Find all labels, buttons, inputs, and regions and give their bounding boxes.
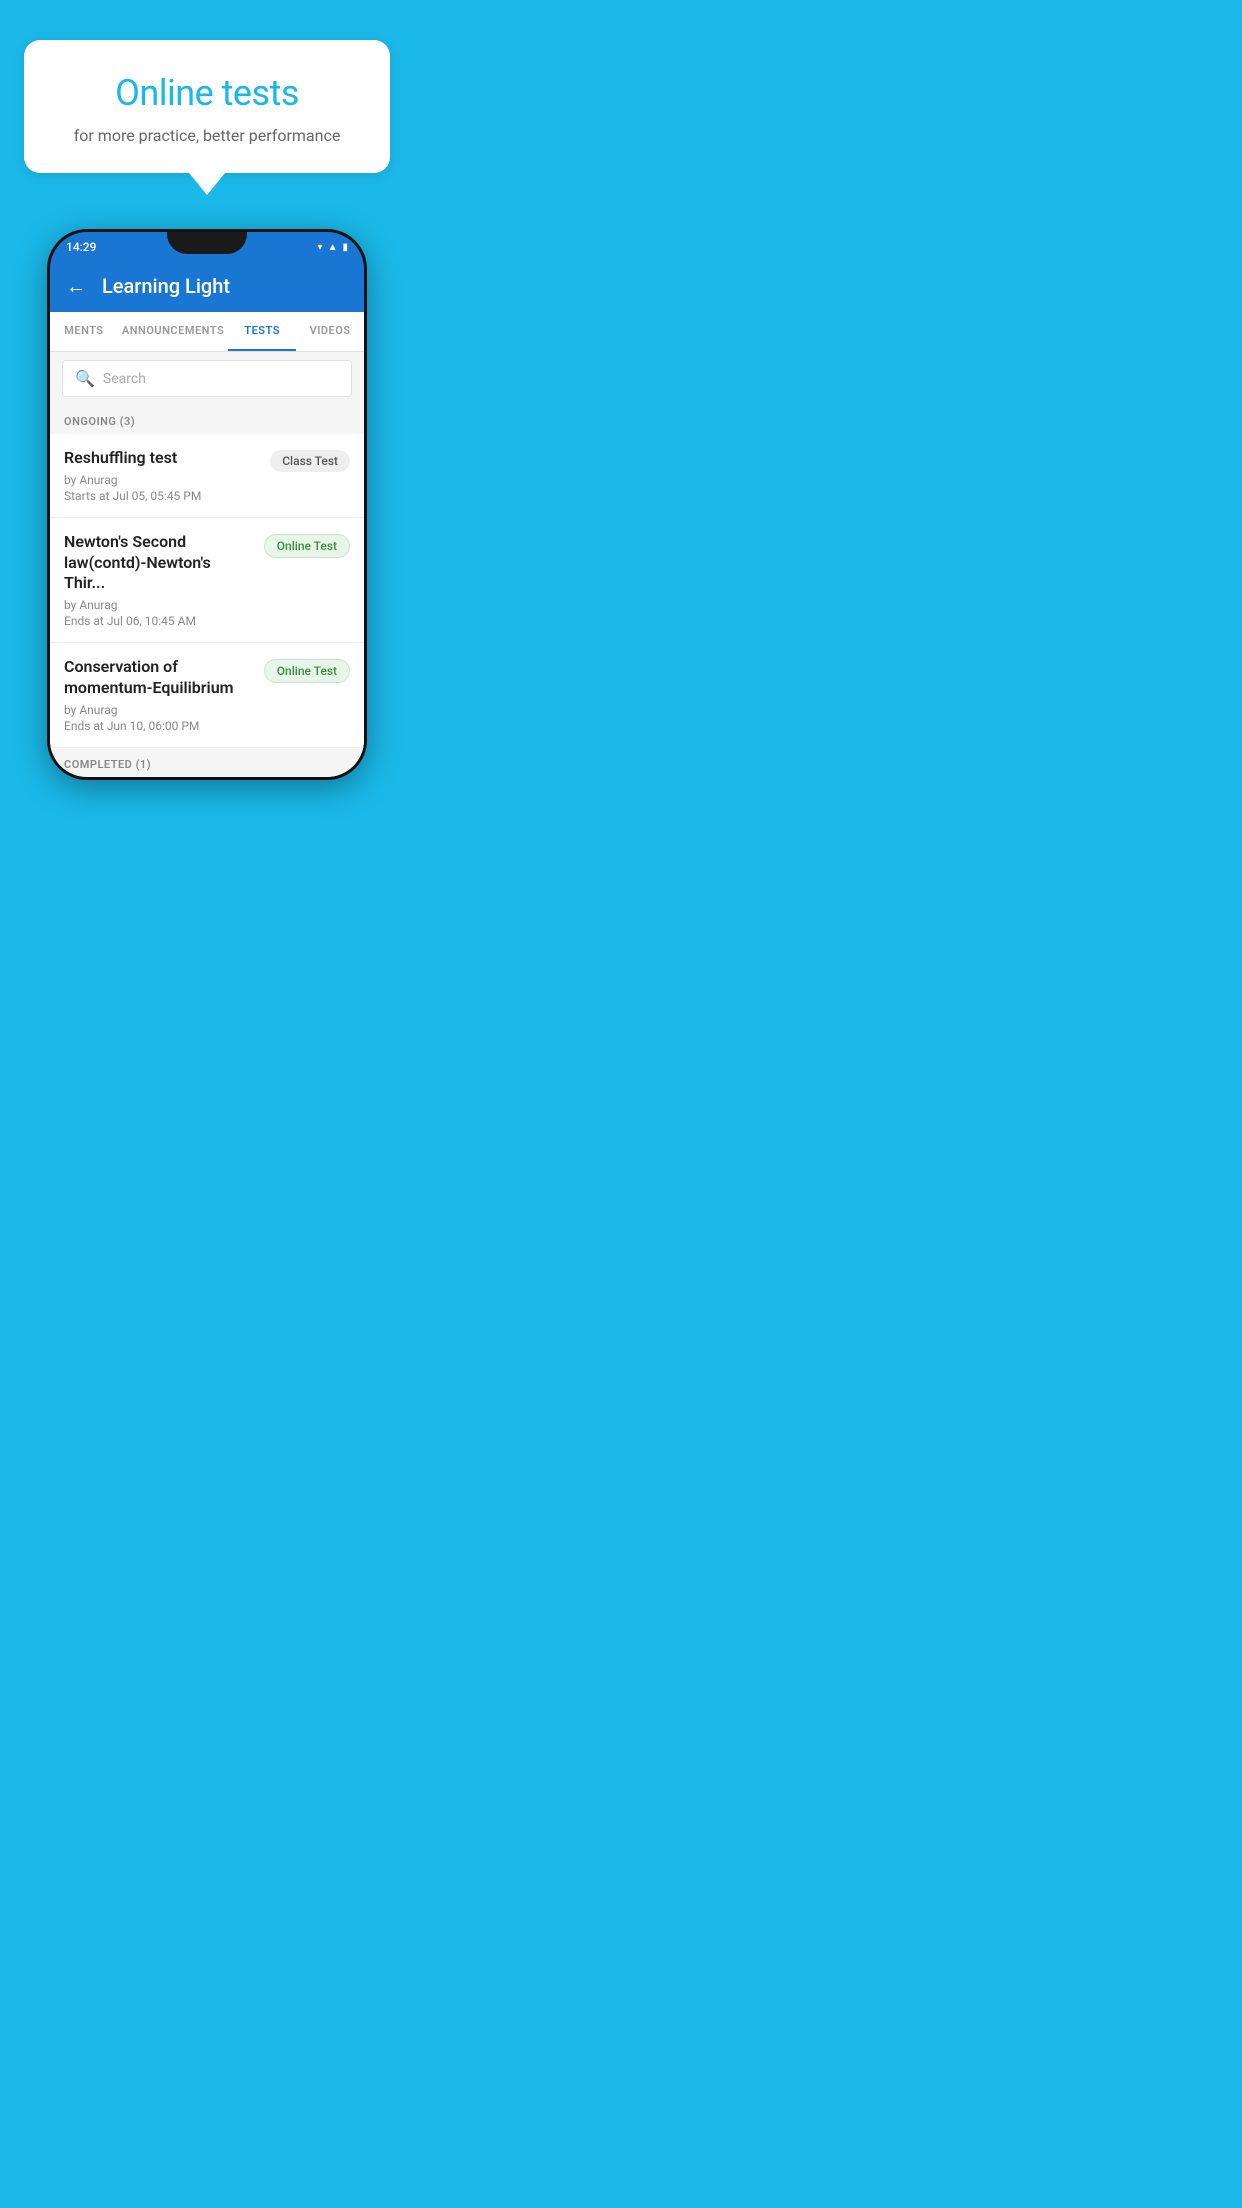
phone-wrapper: 14:29 ▾ ▲ ▮ ← Learning Light MENTS ANNOU… — [0, 229, 414, 780]
test-badge-class: Class Test — [270, 450, 350, 472]
back-button[interactable]: ← — [66, 274, 86, 299]
test-item[interactable]: Conservation of momentum-Equilibrium by … — [50, 643, 364, 748]
promo-section: Online tests for more practice, better p… — [0, 0, 414, 173]
app-bar: ← Learning Light — [50, 260, 364, 312]
speech-bubble: Online tests for more practice, better p… — [24, 40, 390, 173]
phone-notch — [167, 232, 247, 254]
battery-icon: ▮ — [342, 242, 348, 253]
phone-mockup: 14:29 ▾ ▲ ▮ ← Learning Light MENTS ANNOU… — [47, 229, 367, 780]
test-item-by: by Anurag — [64, 473, 260, 487]
test-item-left: Newton's Second law(contd)-Newton's Thir… — [64, 532, 254, 628]
test-item-time: Ends at Jul 06, 10:45 AM — [64, 614, 254, 628]
speech-bubble-subtitle: for more practice, better performance — [48, 126, 366, 145]
wifi-icon: ▾ — [318, 242, 323, 253]
test-item-left: Reshuffling test by Anurag Starts at Jul… — [64, 448, 260, 503]
test-badge-online: Online Test — [264, 534, 350, 558]
status-icons: ▾ ▲ ▮ — [318, 242, 348, 253]
search-placeholder: Search — [103, 371, 146, 387]
test-item-time: Starts at Jul 05, 05:45 PM — [64, 489, 260, 503]
tab-announcements[interactable]: ANNOUNCEMENTS — [118, 312, 228, 351]
completed-section-label: COMPLETED (1) — [50, 748, 364, 777]
test-badge-online-2: Online Test — [264, 659, 350, 683]
tab-tests[interactable]: TESTS — [228, 312, 296, 351]
test-item-title: Newton's Second law(contd)-Newton's Thir… — [64, 532, 254, 594]
test-item-by: by Anurag — [64, 598, 254, 612]
tab-videos[interactable]: VIDEOS — [296, 312, 364, 351]
content-area: ONGOING (3) Reshuffling test by Anurag S… — [50, 405, 364, 777]
test-item-title: Reshuffling test — [64, 448, 260, 469]
test-item-left: Conservation of momentum-Equilibrium by … — [64, 657, 254, 733]
search-icon: 🔍 — [75, 369, 95, 388]
app-bar-title: Learning Light — [102, 274, 348, 298]
status-time: 14:29 — [66, 240, 96, 254]
test-item-time: Ends at Jun 10, 06:00 PM — [64, 719, 254, 733]
test-item-title: Conservation of momentum-Equilibrium — [64, 657, 254, 699]
speech-bubble-title: Online tests — [48, 72, 366, 114]
search-box[interactable]: 🔍 Search — [62, 360, 352, 397]
test-item[interactable]: Newton's Second law(contd)-Newton's Thir… — [50, 518, 364, 643]
tab-bar: MENTS ANNOUNCEMENTS TESTS VIDEOS — [50, 312, 364, 352]
tab-ments[interactable]: MENTS — [50, 312, 118, 351]
test-item-by: by Anurag — [64, 703, 254, 717]
ongoing-section-label: ONGOING (3) — [50, 405, 364, 434]
test-item[interactable]: Reshuffling test by Anurag Starts at Jul… — [50, 434, 364, 518]
signal-icon: ▲ — [328, 242, 338, 253]
search-container: 🔍 Search — [50, 352, 364, 405]
